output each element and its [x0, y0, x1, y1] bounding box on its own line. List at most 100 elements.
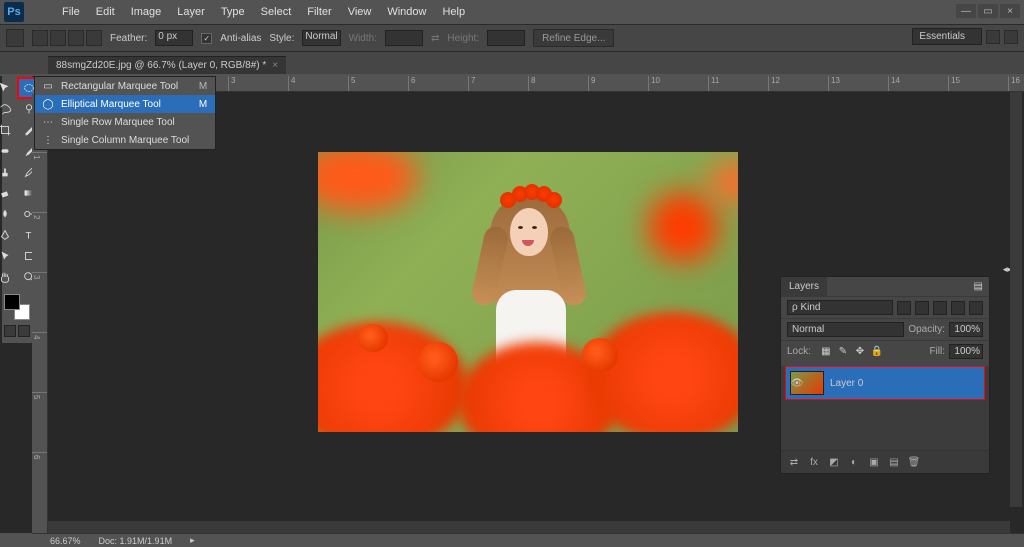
filter-type-icon[interactable] — [933, 301, 947, 315]
flyout-single-row-marquee[interactable]: ⋯ Single Row Marquee Tool — [35, 113, 215, 131]
maximize-button[interactable]: ▭ — [978, 4, 998, 18]
flyout-rectangular-marquee[interactable]: ▭ Rectangular Marquee Tool M — [35, 77, 215, 95]
horizontal-scrollbar[interactable] — [48, 521, 1010, 533]
layer-item[interactable]: 👁 Layer 0 — [785, 366, 985, 400]
vertical-scrollbar[interactable] — [1010, 92, 1022, 507]
intersect-selection-icon[interactable] — [86, 30, 102, 46]
add-selection-icon[interactable] — [50, 30, 66, 46]
feather-input[interactable]: 0 px — [155, 30, 193, 46]
menu-select[interactable]: Select — [253, 3, 300, 21]
hand-tool[interactable] — [0, 267, 16, 287]
menu-type[interactable]: Type — [213, 3, 253, 21]
menu-view[interactable]: View — [340, 3, 380, 21]
filter-smart-icon[interactable] — [969, 301, 983, 315]
blur-tool[interactable] — [0, 204, 16, 224]
lasso-tool[interactable] — [0, 99, 16, 119]
lock-position-icon[interactable]: ✥ — [853, 345, 867, 359]
layer-mask-icon[interactable]: ◩ — [827, 455, 841, 469]
workspace-switcher: Essentials — [912, 28, 1018, 45]
move-tool[interactable] — [0, 78, 16, 98]
menu-window[interactable]: Window — [379, 3, 434, 21]
delete-layer-icon[interactable]: 🗑 — [907, 455, 921, 469]
flyout-item-label: Single Column Marquee Tool — [61, 135, 189, 146]
layers-footer: ⇄ fx ◩ ◐ ▣ ▤ 🗑 — [781, 450, 989, 473]
lock-all-icon[interactable]: 🔒 — [870, 345, 884, 359]
subtract-selection-icon[interactable] — [68, 30, 84, 46]
adjustment-layer-icon[interactable]: ◐ — [847, 455, 861, 469]
foreground-color-swatch[interactable] — [4, 294, 20, 310]
antialias-checkbox[interactable]: ✓ — [201, 33, 212, 44]
style-select[interactable]: Normal — [302, 30, 340, 46]
close-button[interactable]: × — [1000, 4, 1020, 18]
document-tab-bar: 88smgZd20E.jpg @ 66.7% (Layer 0, RGB/8#)… — [0, 52, 1024, 74]
menu-file[interactable]: File — [54, 3, 88, 21]
refine-edge-button[interactable]: Refine Edge... — [533, 29, 614, 47]
layer-fx-icon[interactable]: fx — [807, 455, 821, 469]
doc-size[interactable]: Doc: 1.91M/1.91M — [99, 536, 173, 546]
flyout-shortcut: M — [187, 99, 207, 110]
height-input — [487, 30, 525, 46]
minimize-button[interactable]: — — [956, 4, 976, 18]
document-tab-label: 88smgZd20E.jpg @ 66.7% (Layer 0, RGB/8#)… — [56, 60, 266, 71]
quick-mask-toggle[interactable] — [4, 325, 30, 337]
lock-trans-icon[interactable]: ▦ — [819, 345, 833, 359]
flyout-elliptical-marquee[interactable]: ◯ Elliptical Marquee Tool M — [35, 95, 215, 113]
window-controls: — ▭ × — [956, 4, 1020, 18]
opacity-label: Opacity: — [908, 324, 945, 335]
layer-name[interactable]: Layer 0 — [830, 378, 863, 389]
layers-tab[interactable]: Layers — [781, 277, 827, 296]
width-input — [385, 30, 423, 46]
tab-close-icon[interactable]: × — [272, 60, 278, 71]
link-layers-icon[interactable]: ⇄ — [787, 455, 801, 469]
feather-label: Feather: — [110, 33, 147, 44]
menu-image[interactable]: Image — [123, 3, 170, 21]
color-swatches[interactable] — [4, 294, 30, 320]
fill-label: Fill: — [929, 346, 945, 357]
height-label: Height: — [447, 33, 479, 44]
pen-tool[interactable] — [0, 225, 16, 245]
group-icon[interactable]: ▣ — [867, 455, 881, 469]
filter-shape-icon[interactable] — [951, 301, 965, 315]
lock-pixels-icon[interactable]: ✎ — [836, 345, 850, 359]
single-column-icon: ⋮ — [41, 134, 55, 146]
vertical-ruler: 0123456 — [32, 92, 48, 533]
svg-text:T: T — [26, 231, 32, 242]
opacity-input[interactable]: 100% — [949, 322, 983, 337]
menu-filter[interactable]: Filter — [299, 3, 339, 21]
filter-adjust-icon[interactable] — [915, 301, 929, 315]
path-select-tool[interactable] — [0, 246, 16, 266]
panel-menu-icon[interactable]: ▤ — [968, 277, 989, 296]
fill-input[interactable]: 100% — [949, 344, 983, 359]
width-label: Width: — [349, 33, 377, 44]
flyout-item-label: Elliptical Marquee Tool — [61, 99, 161, 110]
workspace-select[interactable]: Essentials — [912, 28, 982, 45]
tool-preset-icon[interactable] — [6, 29, 24, 47]
filter-pixel-icon[interactable] — [897, 301, 911, 315]
single-row-icon: ⋯ — [41, 116, 55, 128]
status-bar: 66.67% Doc: 1.91M/1.91M ▸ — [32, 533, 1024, 547]
workspace-expand-icon[interactable] — [1004, 30, 1018, 44]
flyout-item-label: Rectangular Marquee Tool — [61, 81, 178, 92]
layer-filter-kind[interactable]: ρ Kind — [787, 300, 893, 315]
flyout-single-column-marquee[interactable]: ⋮ Single Column Marquee Tool — [35, 131, 215, 149]
document-tab[interactable]: 88smgZd20E.jpg @ 66.7% (Layer 0, RGB/8#)… — [48, 56, 286, 74]
menu-help[interactable]: Help — [434, 3, 473, 21]
new-layer-icon[interactable]: ▤ — [887, 455, 901, 469]
stamp-tool[interactable] — [0, 162, 16, 182]
antialias-label: Anti-alias — [220, 33, 261, 44]
options-bar: Feather: 0 px ✓ Anti-alias Style: Normal… — [0, 24, 1024, 52]
menu-layer[interactable]: Layer — [169, 3, 213, 21]
elliptical-marquee-icon: ◯ — [41, 98, 55, 110]
workspace-search-icon[interactable] — [986, 30, 1000, 44]
eraser-tool[interactable] — [0, 183, 16, 203]
new-selection-icon[interactable] — [32, 30, 48, 46]
status-arrow-icon[interactable]: ▸ — [190, 535, 195, 546]
marquee-flyout: ▭ Rectangular Marquee Tool M ◯ Elliptica… — [34, 76, 216, 150]
document-canvas[interactable] — [318, 152, 738, 432]
crop-tool[interactable] — [0, 120, 16, 140]
zoom-level[interactable]: 66.67% — [50, 536, 81, 546]
visibility-toggle-icon[interactable]: 👁 — [790, 376, 804, 390]
blend-mode-select[interactable]: Normal — [787, 322, 904, 337]
menu-edit[interactable]: Edit — [88, 3, 123, 21]
healing-tool[interactable] — [0, 141, 16, 161]
